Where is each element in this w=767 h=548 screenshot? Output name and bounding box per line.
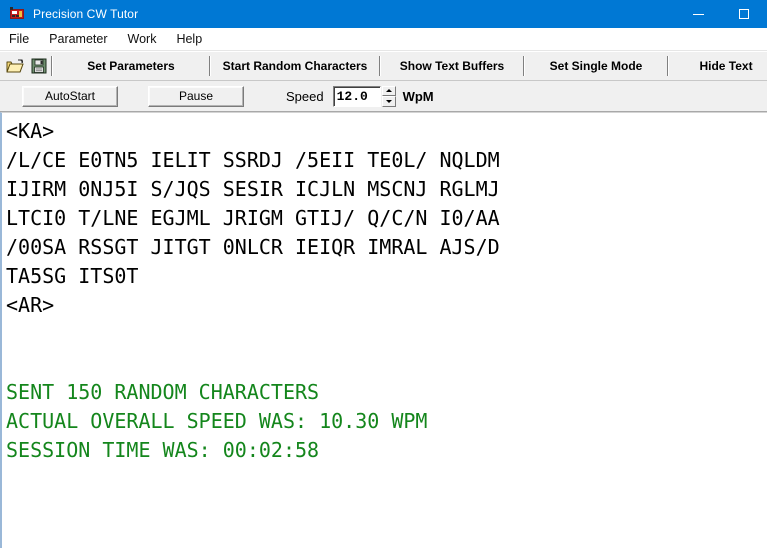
- output-line-text: <KA>: [6, 119, 55, 143]
- toolbar-separator-4: [523, 56, 525, 76]
- toolbar-separator-5: [667, 56, 669, 76]
- output-line-text: LTCI0 T/LNE EGJML JRIGM GTIJ/ Q/C/N I0/A…: [6, 206, 500, 230]
- minimize-icon: [692, 13, 704, 15]
- save-floppy-icon: [31, 58, 47, 74]
- maximize-button[interactable]: [721, 0, 767, 28]
- text-output-area[interactable]: <KA> /L/CE E0TN5 IELIT SSRDJ /5EII TE0L/ …: [0, 112, 767, 548]
- maximize-icon: [739, 9, 749, 19]
- pause-button[interactable]: Pause: [148, 85, 244, 107]
- control-bar: AutoStart Pause Speed 12.0 WpM: [0, 81, 767, 112]
- menu-item-file[interactable]: File: [9, 28, 39, 50]
- output-line-status: SESSION TIME WAS: 00:02:58: [6, 438, 320, 462]
- toolbar-separator-3: [379, 56, 381, 76]
- output-line-blank: [6, 349, 767, 378]
- menu-item-work[interactable]: Work: [128, 28, 167, 50]
- hide-text-button[interactable]: Hide Text: [672, 53, 767, 79]
- toolbar: Set Parameters Start Random Characters S…: [0, 51, 767, 81]
- output-line-text: TA5SG ITS0T: [6, 264, 139, 288]
- minimize-button[interactable]: [675, 0, 721, 28]
- open-folder-icon: [6, 59, 24, 74]
- menu-item-parameter[interactable]: Parameter: [49, 28, 117, 50]
- window-title: Precision CW Tutor: [33, 7, 139, 21]
- save-button[interactable]: [30, 55, 48, 78]
- app-icon: [9, 6, 25, 22]
- text-output-content: <KA> /L/CE E0TN5 IELIT SSRDJ /5EII TE0L/ …: [2, 113, 767, 465]
- toolbar-separator-2: [209, 56, 211, 76]
- set-single-mode-button[interactable]: Set Single Mode: [528, 53, 664, 79]
- speed-decrement-button[interactable]: [381, 96, 396, 107]
- speed-spinner[interactable]: 12.0: [332, 85, 396, 107]
- show-text-buffers-button[interactable]: Show Text Buffers: [384, 53, 520, 79]
- toolbar-separator-1: [51, 56, 53, 76]
- set-parameters-button[interactable]: Set Parameters: [56, 53, 206, 79]
- chevron-down-icon: [385, 99, 392, 103]
- start-random-characters-button[interactable]: Start Random Characters: [214, 53, 376, 79]
- output-line-status: ACTUAL OVERALL SPEED WAS: 10.30 WPM: [6, 409, 428, 433]
- speed-input[interactable]: 12.0: [332, 85, 381, 107]
- speed-increment-button[interactable]: [381, 85, 396, 96]
- output-line-text: /L/CE E0TN5 IELIT SSRDJ /5EII TE0L/ NQLD…: [6, 148, 500, 172]
- open-button[interactable]: [5, 55, 25, 78]
- menu-bar: File Parameter Work Help: [0, 28, 767, 51]
- output-line-text: /00SA RSSGT JITGT 0NLCR IEIQR IMRAL AJS/…: [6, 235, 500, 259]
- menu-item-help[interactable]: Help: [176, 28, 212, 50]
- chevron-up-icon: [385, 89, 392, 93]
- wpm-unit-label: WpM: [402, 88, 434, 104]
- speed-spinner-buttons: [381, 85, 396, 107]
- speed-label: Speed: [286, 88, 324, 104]
- output-line-status: SENT 150 RANDOM CHARACTERS: [6, 380, 320, 404]
- title-bar[interactable]: Precision CW Tutor: [0, 0, 767, 28]
- output-line-text: <AR>: [6, 293, 55, 317]
- autostart-button[interactable]: AutoStart: [22, 85, 118, 107]
- application-window: Precision CW Tutor File Parameter Work H…: [0, 0, 767, 548]
- output-line-text: IJIRM 0NJ5I S/JQS SESIR ICJLN MSCNJ RGLM…: [6, 177, 500, 201]
- output-line-blank: [6, 320, 767, 349]
